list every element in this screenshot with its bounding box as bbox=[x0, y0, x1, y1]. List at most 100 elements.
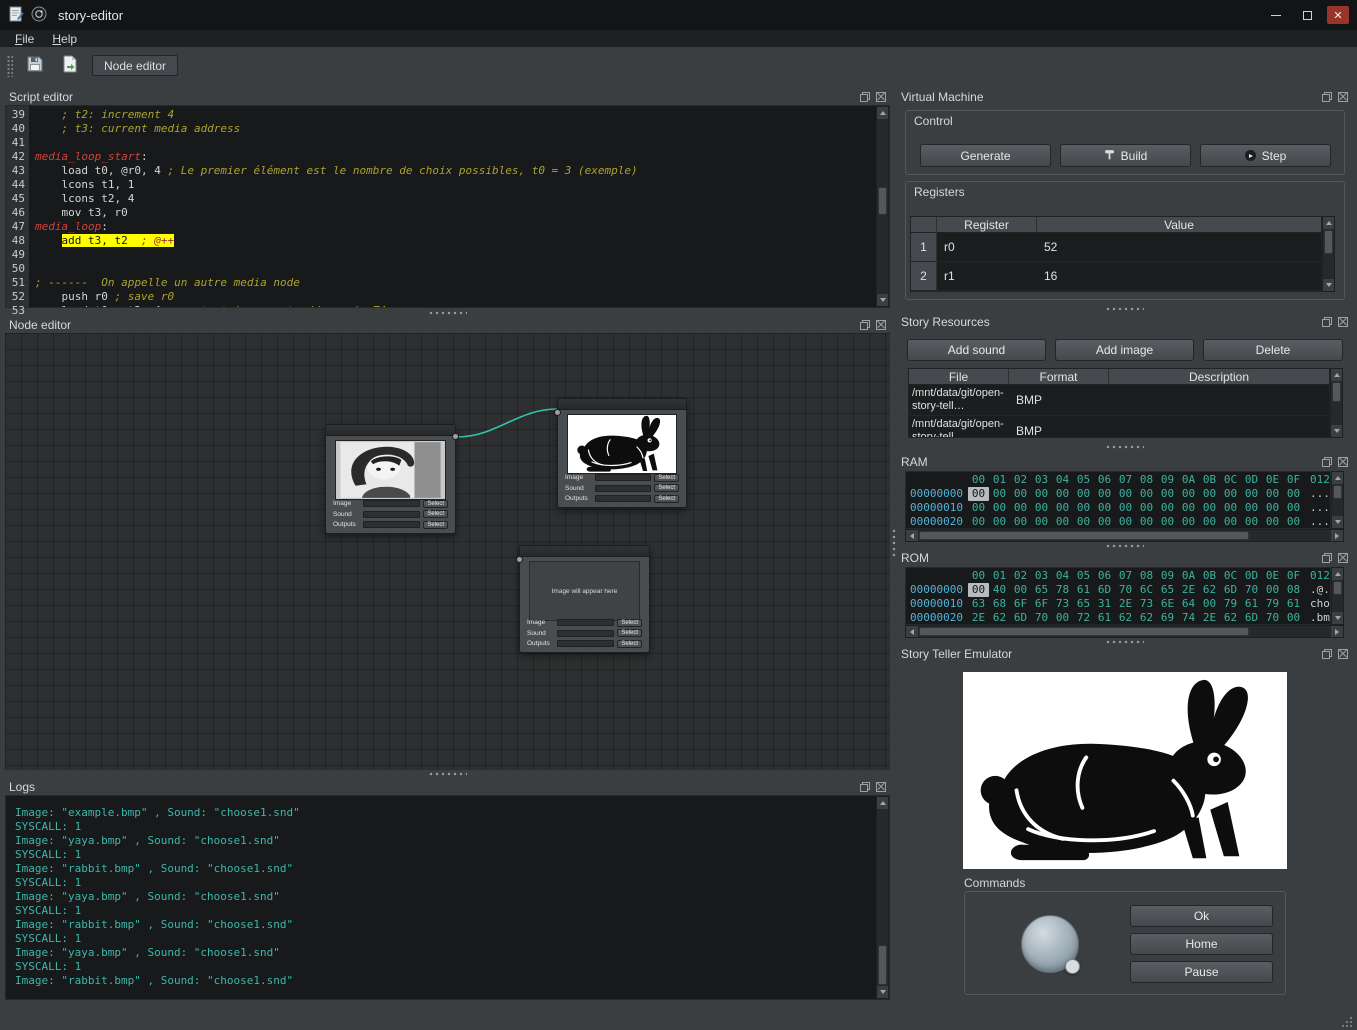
hex-byte[interactable]: 00 bbox=[1073, 515, 1094, 529]
hex-byte[interactable]: 00 bbox=[1115, 515, 1136, 529]
node-select-button[interactable]: Select bbox=[423, 510, 448, 518]
hex-byte[interactable]: 79 bbox=[1220, 597, 1241, 611]
window-titlebar[interactable]: story-editor ✕ bbox=[0, 0, 1357, 30]
close-dock-icon[interactable] bbox=[1338, 649, 1348, 659]
node-editor-toggle-button[interactable]: Node editor bbox=[92, 55, 178, 76]
register-row[interactable]: 1r052 bbox=[911, 233, 1321, 262]
node-title-bar[interactable] bbox=[520, 546, 649, 557]
column-format[interactable]: Format bbox=[1009, 369, 1109, 384]
scroll-right-arrow[interactable] bbox=[1331, 626, 1343, 637]
hex-byte[interactable]: 00 bbox=[1262, 487, 1283, 501]
hex-byte[interactable]: 61 bbox=[1283, 597, 1304, 611]
hex-byte[interactable]: 00 bbox=[1199, 501, 1220, 515]
resource-row[interactable]: /mnt/data/git/open-story-tell…BMP bbox=[909, 416, 1329, 438]
hex-byte[interactable]: 00 bbox=[1115, 487, 1136, 501]
node-editor-dock-title[interactable]: Node editor bbox=[5, 316, 890, 333]
hex-byte[interactable]: 00 bbox=[1220, 515, 1241, 529]
hex-byte[interactable]: 00 bbox=[968, 487, 989, 501]
hex-byte[interactable]: 00 bbox=[1136, 501, 1157, 515]
hex-byte[interactable]: 65 bbox=[1073, 597, 1094, 611]
node-output-port[interactable] bbox=[452, 433, 459, 440]
home-button[interactable]: Home bbox=[1130, 933, 1273, 955]
hex-byte[interactable]: 2E bbox=[968, 611, 989, 625]
hex-byte[interactable]: 62 bbox=[989, 611, 1010, 625]
scroll-right-arrow[interactable] bbox=[1331, 530, 1343, 541]
close-dock-icon[interactable] bbox=[1338, 553, 1348, 563]
resource-format-cell[interactable]: BMP bbox=[1009, 385, 1109, 415]
hex-byte[interactable]: 00 bbox=[1178, 501, 1199, 515]
hex-byte[interactable]: 65 bbox=[1157, 583, 1178, 597]
scroll-left-arrow[interactable] bbox=[906, 626, 918, 637]
window-size-grip[interactable] bbox=[1341, 1016, 1353, 1030]
hex-byte[interactable]: 00 bbox=[1031, 501, 1052, 515]
scrollbar-thumb[interactable] bbox=[1324, 230, 1333, 254]
node-row-field[interactable] bbox=[557, 619, 614, 626]
hex-byte[interactable]: 00 bbox=[1031, 515, 1052, 529]
hex-byte[interactable]: 00 bbox=[968, 515, 989, 529]
resource-file-cell[interactable]: /mnt/data/git/open-story-tell… bbox=[909, 416, 1009, 438]
scrollbar-thumb[interactable] bbox=[878, 187, 887, 215]
close-dock-icon[interactable] bbox=[876, 782, 886, 792]
hex-byte[interactable]: 00 bbox=[1094, 501, 1115, 515]
float-dock-icon[interactable] bbox=[860, 320, 870, 330]
hex-byte[interactable]: 62 bbox=[1115, 611, 1136, 625]
scroll-down-arrow[interactable] bbox=[1332, 516, 1343, 528]
float-dock-icon[interactable] bbox=[1322, 92, 1332, 102]
hex-byte[interactable]: 6E bbox=[1157, 597, 1178, 611]
resource-description-cell[interactable] bbox=[1109, 416, 1329, 438]
add-image-button[interactable]: Add image bbox=[1055, 339, 1194, 361]
float-dock-icon[interactable] bbox=[860, 92, 870, 102]
hex-byte[interactable]: 00 bbox=[1136, 487, 1157, 501]
node-title-bar[interactable] bbox=[326, 425, 455, 436]
hex-byte[interactable]: 00 bbox=[968, 583, 989, 597]
hex-byte[interactable]: 70 bbox=[1031, 611, 1052, 625]
column-description[interactable]: Description bbox=[1109, 369, 1329, 384]
logs-view[interactable]: Image: "example.bmp" , Sound: "choose1.s… bbox=[5, 795, 890, 1000]
scrollbar-thumb[interactable] bbox=[878, 945, 887, 985]
hex-byte[interactable]: 61 bbox=[1094, 611, 1115, 625]
float-dock-icon[interactable] bbox=[1322, 553, 1332, 563]
hex-byte[interactable]: 00 bbox=[1010, 583, 1031, 597]
node-media-2[interactable]: ImageSelectSoundSelectOutputsSelect bbox=[557, 398, 687, 508]
hex-byte[interactable]: 70 bbox=[1241, 583, 1262, 597]
hex-byte[interactable]: 72 bbox=[1073, 611, 1094, 625]
node-select-button[interactable]: Select bbox=[654, 484, 679, 492]
hex-byte[interactable]: 00 bbox=[1283, 611, 1304, 625]
menu-help[interactable]: Help bbox=[43, 32, 86, 46]
save-button[interactable] bbox=[22, 53, 48, 79]
hex-byte[interactable]: 00 bbox=[1052, 515, 1073, 529]
float-dock-icon[interactable] bbox=[860, 782, 870, 792]
hex-byte[interactable]: 6D bbox=[1220, 583, 1241, 597]
hex-byte[interactable]: 78 bbox=[1052, 583, 1073, 597]
hex-byte[interactable]: 00 bbox=[1157, 515, 1178, 529]
hex-byte[interactable]: 6F bbox=[1031, 597, 1052, 611]
scroll-down-arrow[interactable] bbox=[1332, 612, 1343, 624]
resource-format-cell[interactable]: BMP bbox=[1009, 416, 1109, 438]
close-dock-icon[interactable] bbox=[876, 320, 886, 330]
node-row-field[interactable] bbox=[363, 511, 420, 518]
ram-hex-view[interactable]: 000102030405060708090A0B0C0D0E0F01234567… bbox=[905, 471, 1331, 529]
hex-byte[interactable]: 00 bbox=[1073, 487, 1094, 501]
hex-byte[interactable]: 6D bbox=[1010, 611, 1031, 625]
add-sound-button[interactable]: Add sound bbox=[907, 339, 1046, 361]
hex-byte[interactable]: 08 bbox=[1283, 583, 1304, 597]
hex-byte[interactable]: 00 bbox=[1010, 501, 1031, 515]
hex-byte[interactable]: 62 bbox=[1220, 611, 1241, 625]
column-file[interactable]: File bbox=[909, 369, 1009, 384]
float-dock-icon[interactable] bbox=[1322, 457, 1332, 467]
hex-byte[interactable]: 61 bbox=[1073, 583, 1094, 597]
hex-byte[interactable]: 62 bbox=[1199, 583, 1220, 597]
scroll-down-arrow[interactable] bbox=[1323, 279, 1334, 291]
hex-byte[interactable]: 6F bbox=[1010, 597, 1031, 611]
node-select-button[interactable]: Select bbox=[617, 629, 642, 637]
hex-byte[interactable]: 31 bbox=[1094, 597, 1115, 611]
build-button[interactable]: Build bbox=[1060, 144, 1191, 167]
column-value[interactable]: Value bbox=[1037, 217, 1321, 232]
node-title-bar[interactable] bbox=[558, 399, 686, 410]
scroll-up-arrow[interactable] bbox=[1332, 568, 1343, 580]
hex-byte[interactable]: 73 bbox=[1052, 597, 1073, 611]
hex-byte[interactable]: 00 bbox=[1052, 611, 1073, 625]
ram-vscrollbar[interactable] bbox=[1331, 471, 1344, 529]
hex-byte[interactable]: 70 bbox=[1115, 583, 1136, 597]
register-row[interactable]: 2r116 bbox=[911, 262, 1321, 291]
